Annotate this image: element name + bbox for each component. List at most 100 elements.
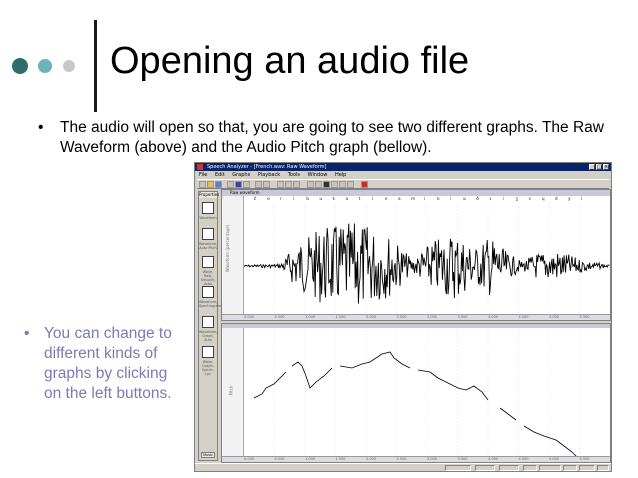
menu-file[interactable]: File [199,172,207,178]
pitch-grid [274,328,580,456]
first-icon[interactable] [307,181,314,188]
undo-icon[interactable] [255,181,262,188]
phonetic-symbol: a [345,197,349,202]
x-tick-label: 5.000 [549,315,560,319]
speech-analyzer-window: Speech Analyzer - [French.wav: Raw Wavef… [194,162,612,472]
record-icon[interactable] [361,181,368,188]
sidebar-tab-properties[interactable]: Properties [199,192,219,198]
maximize-button[interactable]: □ [596,164,602,170]
phonetic-symbol: s [528,197,531,202]
pitch-trace [253,351,577,456]
x-tick-label: 2.000 [366,315,377,319]
phonetic-symbol: i [580,197,583,202]
status-cell [499,465,519,471]
prev-icon[interactable] [315,181,322,188]
phonetic-symbol: t [358,197,361,202]
zoom-all-icon[interactable] [293,181,300,188]
close-button[interactable]: × [603,164,609,170]
menu-tools[interactable]: Tools [288,172,300,178]
x-tick-label: 4.500 [518,315,529,319]
x-tick-label: 3.500 [457,315,468,319]
sidebar-button-waveform-pitch[interactable] [202,228,214,240]
last-icon[interactable] [347,181,354,188]
phonetic-symbol: i [502,197,504,202]
sidebar-button-graph-auto[interactable] [202,316,214,328]
pitch-y-axis: Pitch [222,328,244,456]
menu-edit[interactable]: Edit [215,172,225,178]
zoom-out-icon[interactable] [285,181,292,188]
waveform-y-axis: Waveform (percentage) [222,196,244,314]
pitch-x-axis: 0.000 0.500 1.000 1.500 2.000 2.500 3.000 3.500… [222,456,610,462]
pitch-panel[interactable]: Pitch 0.000 0.500 1.000 1.500 2.000 2.500 3.00… [221,323,611,463]
sidebar-label: Wave, Graph, Spectr, Lpc [201,360,215,376]
play-icon[interactable] [323,181,330,188]
phonetic-symbol: y [567,197,571,202]
phonetic-symbol: i [450,197,452,202]
decorative-dot-1 [12,58,28,74]
status-cell [597,465,609,471]
menu-help[interactable]: Help [335,172,346,178]
sidebar-label: Waveform, Spectrogram [199,300,221,308]
paste-icon[interactable] [243,181,250,188]
next-icon[interactable] [339,181,346,188]
new-file-icon[interactable] [199,181,206,188]
x-tick-label: 3.500 [457,457,468,461]
sidebar-label: Waveform, Auto Pitch [199,242,218,250]
pitch-plot [253,328,580,456]
open-file-icon[interactable] [207,181,214,188]
redo-icon[interactable] [263,181,270,188]
x-tick-label: 0.000 [244,315,255,319]
app-icon [197,164,203,170]
decorative-dot-2 [38,59,52,73]
cut-icon[interactable] [227,181,234,188]
phonetic-symbol: i [371,197,373,202]
zoom-in-icon[interactable] [277,181,284,188]
sidebar-button-spectrum-lpc[interactable] [202,346,214,358]
x-tick-label: 0.000 [244,457,255,461]
menu-window[interactable]: Window [308,172,328,178]
bullet-text: The audio will open so that, you are goi… [60,119,604,156]
phonetic-symbol: ɥ [541,197,545,202]
menu-playback[interactable]: Playback [258,172,280,178]
phonetic-transcription-row: ɛ̃ e r i b u k a t i e a m i k i ʁ ð ɪ i ʒ s ɥ d y i [244,190,610,204]
phonetic-symbol: k [332,197,336,202]
copy-icon[interactable] [235,181,242,188]
phonetic-symbol: d [554,197,558,202]
save-icon[interactable] [215,181,222,188]
minimize-button[interactable]: _ [589,164,595,170]
phonetic-symbol: u [319,197,323,202]
x-tick-label: 2.500 [396,457,407,461]
pitch-y-axis-label: Pitch [228,385,234,396]
waveform-panel[interactable]: Raw waveform ɛ̃ e r i b u k a t i e a m i k i ʁ ð ɪ i ʒ s ɥ d y i… [221,189,611,321]
sidebar-button-raw-smooth[interactable] [202,256,214,268]
x-tick-label: 1.500 [335,457,346,461]
x-tick-label: 5.500 [579,457,590,461]
sidebar-button-spectrogram[interactable] [202,286,214,298]
music-mode-button[interactable]: Music [201,452,215,458]
phonetic-symbol: i [293,197,295,202]
sidebar-label: Waveform, Graph, Auto [199,330,218,342]
x-tick-label: 1.000 [305,457,316,461]
x-tick-label: 1.000 [305,315,316,319]
waveform-x-axis: 0.000 0.500 1.000 1.500 2.000 2.500 3.000 3.500… [222,314,610,320]
phonetic-symbol: r [280,197,282,202]
title-divider [94,20,97,112]
menu-graphs[interactable]: Graphs [232,172,250,178]
x-tick-label: 4.000 [488,315,499,319]
graph-type-sidebar: Properties Waveform Waveform, Auto Pitch… [198,191,221,461]
x-tick-label: 5.500 [579,315,590,319]
side-note-text: You can change to different kinds of gra… [44,325,172,402]
waveform-y-axis-label: Waveform (percentage) [225,224,231,273]
status-cell [539,465,561,471]
menu-bar: File Edit Graphs Playback Tools Window H… [195,171,611,179]
phonetic-symbol: b [306,197,310,202]
phonetic-symbol: i [424,197,426,202]
phonetic-symbol: m [410,197,416,202]
stop-icon[interactable] [331,181,338,188]
status-cell [475,465,495,471]
x-tick-label: 4.000 [488,457,499,461]
toolbar [197,179,609,189]
sidebar-button-waveform[interactable] [202,202,214,214]
x-tick-label: 2.500 [396,315,407,319]
window-title: Speech Analyzer - [French.wav: Raw Wavef… [207,164,327,170]
